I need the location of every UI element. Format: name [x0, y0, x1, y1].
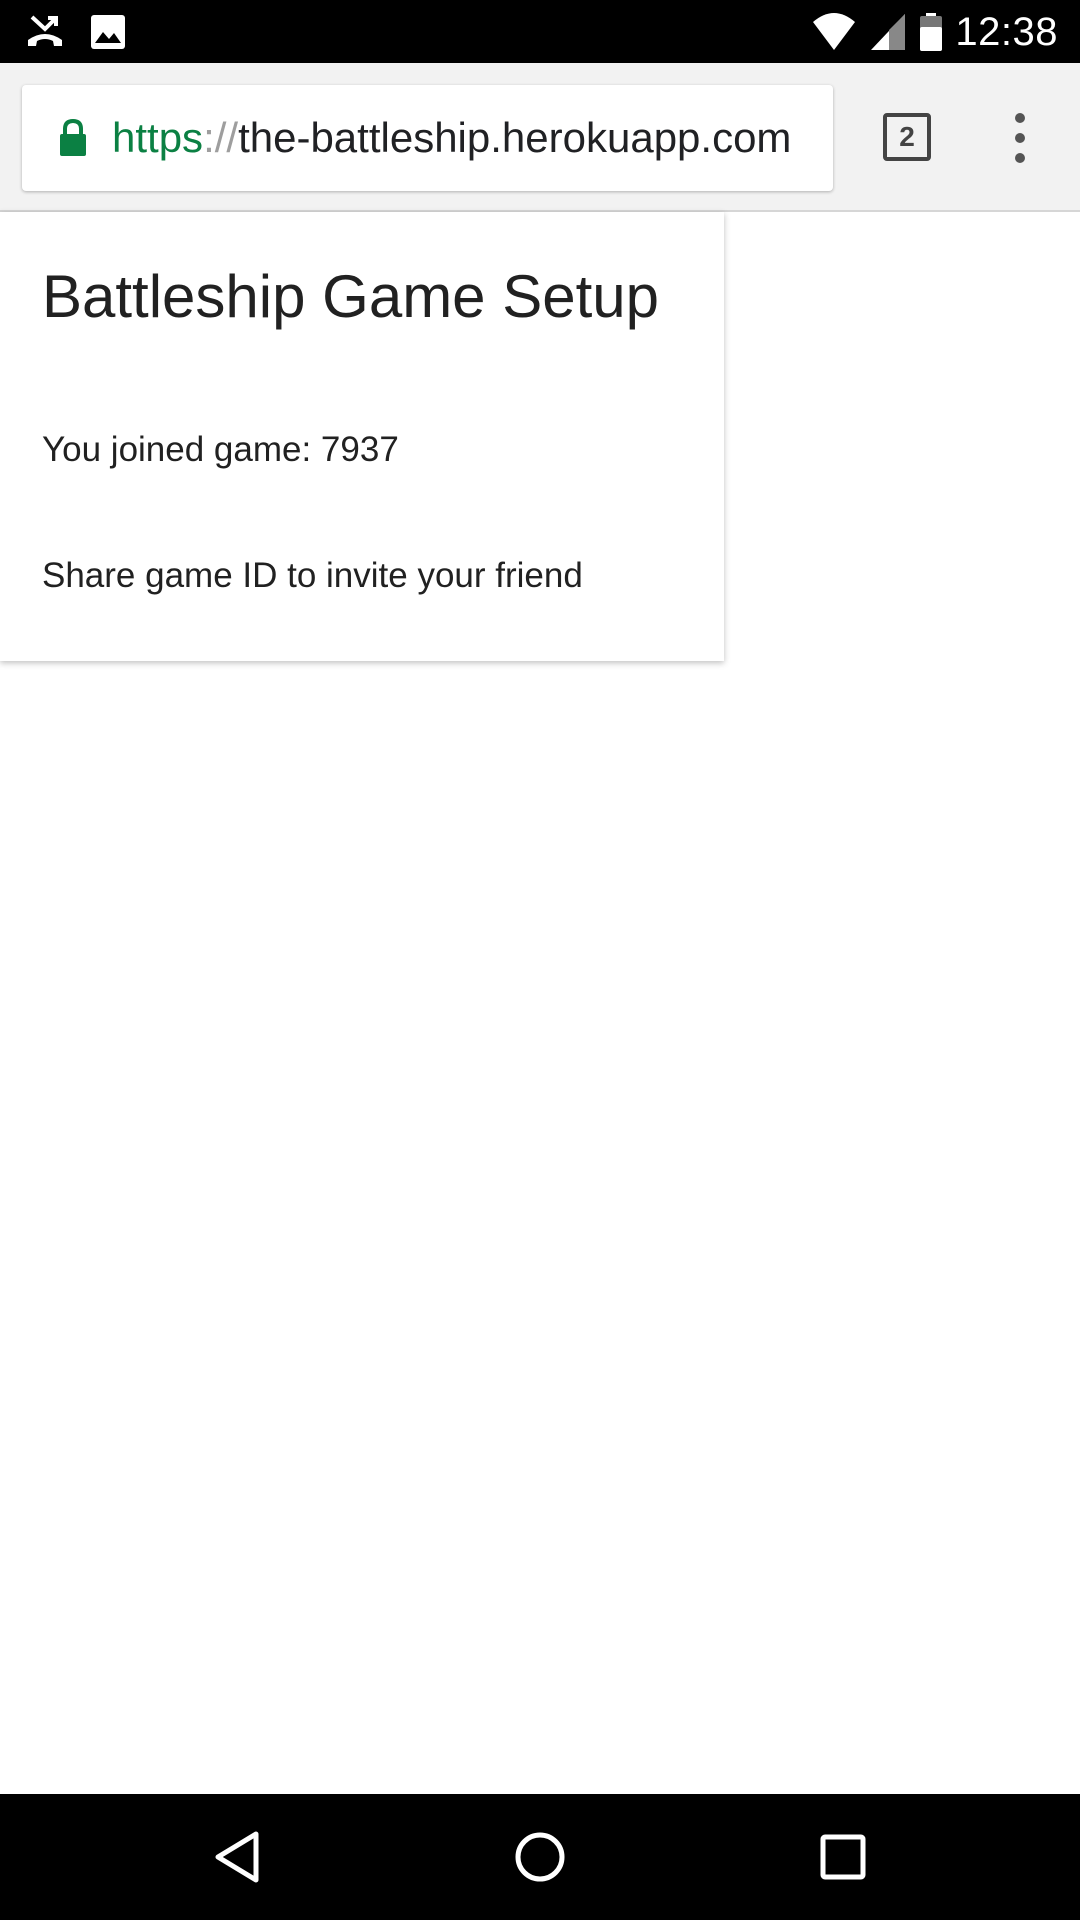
url-host: the-battleship.herokuapp.com: [238, 114, 792, 161]
browser-toolbar: https://the-battleship.herokuapp.com 2: [0, 63, 1080, 212]
overflow-menu-icon[interactable]: [1000, 113, 1040, 163]
page-title: Battleship Game Setup: [42, 263, 660, 330]
recents-icon[interactable]: [810, 1824, 876, 1890]
share-instructions-text: Share game ID to invite your friend: [42, 556, 583, 595]
joined-game-text: You joined game: 7937: [42, 430, 399, 469]
image-icon: [90, 14, 126, 50]
status-right-icons: 12:38: [811, 6, 1058, 58]
url-bar[interactable]: https://the-battleship.herokuapp.com: [22, 85, 833, 191]
wifi-icon: [811, 12, 857, 52]
status-left-icons: [24, 12, 126, 52]
status-time: 12:38: [955, 9, 1058, 54]
missed-call-icon: [24, 14, 66, 50]
navigation-bar: [0, 1794, 1080, 1920]
game-setup-card: Battleship Game Setup You joined game: 7…: [0, 212, 724, 661]
url-separator: ://: [203, 114, 239, 161]
lock-icon: [58, 118, 88, 158]
url-text: https://the-battleship.herokuapp.com: [112, 114, 791, 162]
signal-icon: [869, 12, 907, 52]
url-scheme: https: [112, 114, 204, 161]
status-bar: 12:38: [0, 0, 1080, 63]
home-icon[interactable]: [507, 1824, 573, 1890]
battery-icon: [919, 12, 943, 52]
tab-switcher-button[interactable]: 2: [883, 113, 931, 161]
back-icon[interactable]: [204, 1824, 270, 1890]
